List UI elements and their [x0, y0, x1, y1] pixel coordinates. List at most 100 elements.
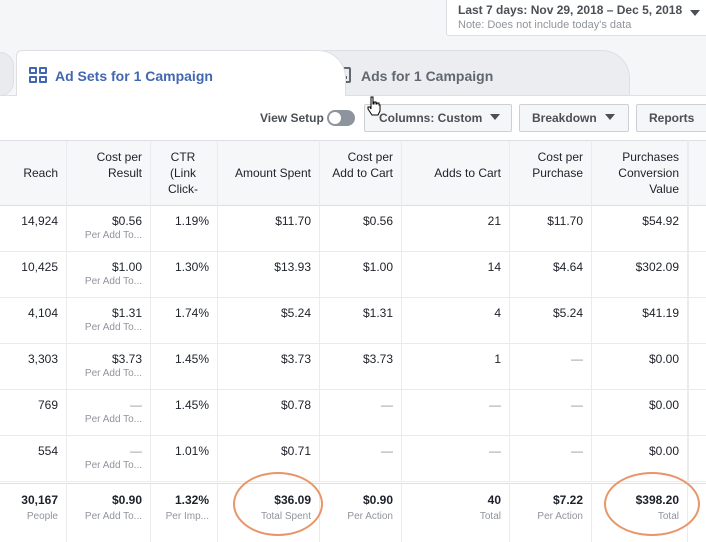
- total-value: 1.32%: [174, 493, 209, 507]
- cell-sub-label: Per Add To...: [84, 276, 142, 287]
- table-row[interactable]: 3,303 $3.73 Per Add To... 1.45% $3.73 $3.73 1 —…: [0, 344, 706, 390]
- tab-ad-sets-label: Ad Sets for 1 Campaign: [55, 68, 213, 84]
- table-row[interactable]: 14,924 $0.56 Per Add To... 1.19% $11.70 $0.56…: [0, 206, 706, 252]
- chevron-down-icon: [604, 114, 615, 120]
- cell-ctr: 1.45%: [151, 390, 218, 436]
- cell-ctr: 1.45%: [151, 344, 218, 390]
- cell-reach: 10,425: [0, 252, 67, 298]
- cell-value: $1.00: [111, 260, 142, 274]
- header-ctr[interactable]: CTR (Link Click-: [151, 140, 218, 206]
- cell-value: 10,425: [21, 260, 58, 274]
- cell-value: $1.31: [362, 306, 393, 320]
- table-row[interactable]: 769 — Per Add To... 1.45% $0.78 — — — $0.00: [0, 390, 706, 436]
- cell-purchases-conversion-value: $302.09: [592, 252, 688, 298]
- header-adds-to-cart[interactable]: Adds to Cart: [402, 140, 510, 206]
- cell-cost-per-add-to-cart: $1.00: [320, 252, 402, 298]
- header-amount-spent[interactable]: Amount Spent: [218, 140, 320, 206]
- ad-sets-table: Reach Cost per Result CTR (Link Click- A…: [0, 140, 706, 542]
- table-row[interactable]: 10,425 $1.00 Per Add To... 1.30% $13.93 $1.00…: [0, 252, 706, 298]
- view-setup-label: View Setup: [260, 111, 324, 125]
- cell-reach: 554: [0, 436, 67, 482]
- cell-value: $3.73: [111, 352, 142, 366]
- total-sub-label: Per Add To...: [84, 511, 142, 522]
- grid-icon: [29, 67, 47, 83]
- chevron-down-icon: [490, 114, 501, 120]
- cell-value: 1.74%: [174, 306, 209, 320]
- total-sub-label: Per Action: [347, 511, 393, 522]
- total-value: 30,167: [21, 493, 58, 507]
- cell-adds-to-cart: —: [402, 436, 510, 482]
- table-row[interactable]: 554 — Per Add To... 1.01% $0.71 — — — $0.00: [0, 436, 706, 482]
- cell-cost-per-purchase: —: [510, 390, 592, 436]
- cell-purchases-conversion-value: $54.92: [592, 206, 688, 252]
- header-reach[interactable]: Reach: [0, 140, 67, 206]
- highlight-circle-total-spent: [233, 472, 323, 536]
- cell-value: $11.70: [547, 214, 583, 228]
- header-cost-per-result[interactable]: Cost per Result: [67, 140, 151, 206]
- cell-cost-per-add-to-cart: $0.56: [320, 206, 402, 252]
- cell-value: $3.73: [362, 352, 393, 366]
- cell-adds-to-cart: 4: [402, 298, 510, 344]
- cell-reach: 3,303: [0, 344, 67, 390]
- total-cell-adds-to-cart: 40 Total: [402, 484, 510, 542]
- chevron-down-icon: [690, 10, 700, 16]
- cell-amount-spent: $0.78: [218, 390, 320, 436]
- header-cost-per-add-to-cart[interactable]: Cost per Add to Cart: [320, 140, 402, 206]
- cell-value: —: [571, 398, 583, 412]
- header-cost-per-purchase[interactable]: Cost per Purchase: [510, 140, 592, 206]
- total-value: $0.90: [362, 493, 393, 507]
- cell-value: 1.45%: [174, 398, 209, 412]
- cell-value: $1.31: [111, 306, 142, 320]
- cell-amount-spent: $3.73: [218, 344, 320, 390]
- cell-cost-per-purchase: —: [510, 436, 592, 482]
- cell-value: $4.64: [552, 260, 583, 274]
- total-value: $0.90: [111, 493, 142, 507]
- cell-ctr: 1.19%: [151, 206, 218, 252]
- total-sub-label: Per Action: [537, 511, 583, 522]
- total-sub-label: Total: [479, 511, 501, 522]
- columns-button[interactable]: Columns: Custom: [364, 104, 512, 132]
- cell-value: $0.78: [280, 398, 311, 412]
- cell-value: 14: [487, 260, 501, 274]
- cell-cost-per-result: $0.56 Per Add To...: [67, 206, 151, 252]
- tab-ad-sets[interactable]: Ad Sets for 1 Campaign: [16, 50, 346, 97]
- cell-cost-per-purchase: —: [510, 344, 592, 390]
- cell-purchases-conversion-value: $41.19: [592, 298, 688, 344]
- cell-sub-label: Per Add To...: [84, 368, 142, 379]
- total-cell-ctr: 1.32% Per Imp...: [151, 484, 218, 542]
- cell-value: $0.56: [111, 214, 142, 228]
- tab-ads[interactable]: Ads for 1 Campaign: [318, 50, 630, 95]
- total-cell-reach: 30,167 People: [0, 484, 67, 542]
- date-range-picker[interactable]: Last 7 days: Nov 29, 2018 – Dec 5, 2018 …: [446, 0, 706, 36]
- cell-value: —: [130, 398, 142, 412]
- cell-purchases-conversion-value: $0.00: [592, 344, 688, 390]
- header-purchases-conversion-value[interactable]: Purchases Conversion Value: [592, 140, 688, 206]
- cell-cost-per-purchase: $11.70: [510, 206, 592, 252]
- cell-sub-label: Per Add To...: [84, 322, 142, 333]
- cell-value: 14,924: [21, 214, 58, 228]
- cell-value: $0.00: [648, 398, 679, 412]
- cell-value: $302.09: [635, 260, 679, 274]
- table-row[interactable]: 4,104 $1.31 Per Add To... 1.74% $5.24 $1.31 4 $…: [0, 298, 706, 344]
- cell-value: $54.92: [642, 214, 679, 228]
- breakdown-button-label: Breakdown: [532, 111, 597, 125]
- total-sub-label: People: [26, 511, 58, 522]
- tab-campaigns-stub[interactable]: [0, 52, 14, 96]
- cell-value: $5.24: [280, 306, 311, 320]
- cell-value: $5.24: [552, 306, 583, 320]
- cell-value: $1.00: [362, 260, 393, 274]
- tab-ads-label: Ads for 1 Campaign: [361, 68, 494, 84]
- cell-reach: 4,104: [0, 298, 67, 344]
- cell-value: 1.01%: [174, 444, 209, 458]
- cell-adds-to-cart: 1: [402, 344, 510, 390]
- cell-value: $11.70: [275, 214, 311, 228]
- cell-value: 3,303: [27, 352, 58, 366]
- cell-value: 4,104: [27, 306, 58, 320]
- table-toolbar: View Setup Columns: Custom Breakdown Rep…: [0, 96, 706, 140]
- cell-value: $0.71: [280, 444, 311, 458]
- reports-button[interactable]: Reports: [636, 104, 706, 132]
- breakdown-button[interactable]: Breakdown: [519, 104, 629, 132]
- view-setup-toggle[interactable]: [327, 110, 355, 126]
- date-range-note: Note: Does not include today's data: [458, 19, 632, 31]
- total-value: 40: [487, 493, 501, 507]
